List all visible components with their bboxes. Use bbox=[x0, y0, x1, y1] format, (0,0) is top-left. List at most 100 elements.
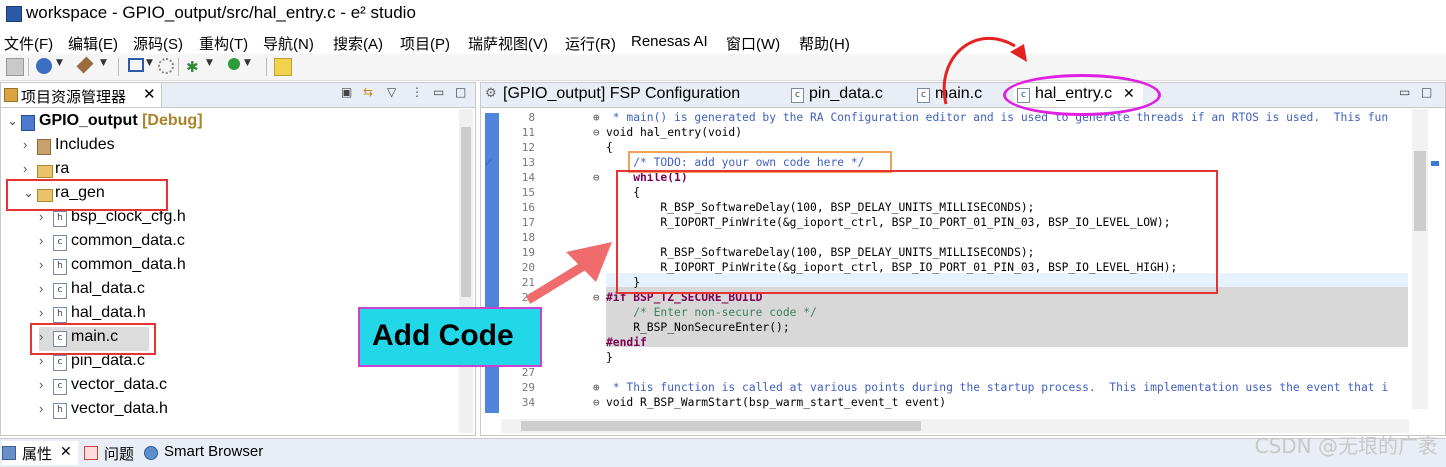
fold-collapse-icon[interactable]: ⊖ bbox=[593, 126, 600, 139]
code-line[interactable]: void hal_entry(void) bbox=[606, 126, 742, 139]
line-number: 20 bbox=[521, 261, 535, 274]
close-icon[interactable]: ✕ bbox=[143, 85, 156, 103]
pen-icon[interactable] bbox=[274, 58, 292, 76]
tree-item-label: hal_data.c bbox=[71, 280, 145, 297]
chevron-right-icon[interactable]: › bbox=[39, 377, 51, 392]
editor-tab-bar: ⚙ [GPIO_output] FSP Configuration c pin_… bbox=[481, 83, 1445, 108]
chevron-right-icon[interactable]: › bbox=[39, 401, 51, 416]
close-icon[interactable]: ✕ bbox=[60, 443, 72, 460]
maximize-icon[interactable]: □ bbox=[1421, 85, 1432, 99]
code-line[interactable]: * main() is generated by the RA Configur… bbox=[606, 111, 1388, 124]
line-number: 29 bbox=[521, 381, 535, 394]
menu-window[interactable]: 窗口(W) bbox=[726, 33, 780, 54]
tree-item-label: GPIO_output bbox=[39, 112, 138, 129]
code-line[interactable]: * This function is called at various poi… bbox=[606, 381, 1388, 394]
tab-pin-data-c[interactable]: c pin_data.c bbox=[787, 83, 907, 107]
chevron-right-icon[interactable]: › bbox=[23, 137, 35, 152]
menu-help[interactable]: 帮助(H) bbox=[799, 33, 850, 54]
scrollbar-thumb[interactable] bbox=[461, 127, 471, 297]
scrollbar-thumb[interactable] bbox=[521, 421, 921, 431]
link-editor-icon[interactable]: ⇆ bbox=[363, 85, 373, 99]
tree-item-label: ra bbox=[55, 160, 70, 177]
chevron-down-icon[interactable]: ▼ bbox=[56, 58, 64, 74]
filter-icon[interactable]: ▽ bbox=[387, 85, 396, 99]
tab-label: 项目资源管理器 bbox=[21, 89, 127, 106]
code-line[interactable]: R_BSP_NonSecureEnter(); bbox=[606, 321, 789, 334]
maximize-icon[interactable]: □ bbox=[455, 85, 466, 99]
chevron-right-icon[interactable]: › bbox=[23, 161, 35, 176]
line-number: 16 bbox=[521, 201, 535, 214]
fold-collapse-icon[interactable]: ⊖ bbox=[593, 396, 600, 409]
chevron-down-icon[interactable]: ⌄ bbox=[7, 113, 19, 129]
fold-collapse-icon[interactable]: ⊖ bbox=[593, 291, 600, 304]
monitor-icon[interactable] bbox=[128, 58, 144, 72]
menu-edit[interactable]: 编辑(E) bbox=[68, 33, 118, 54]
h-file-icon: h bbox=[53, 259, 67, 275]
menu-run[interactable]: 运行(R) bbox=[565, 33, 616, 54]
menu-file[interactable]: 文件(F) bbox=[4, 33, 53, 54]
toolbar-separator bbox=[118, 58, 119, 76]
save-icon[interactable] bbox=[6, 58, 24, 76]
menu-renesas-views[interactable]: 瑞萨视图(V) bbox=[468, 33, 548, 54]
menu-navigate[interactable]: 导航(N) bbox=[263, 33, 314, 54]
tab-main-c[interactable]: c main.c bbox=[913, 83, 1003, 107]
tab-problems[interactable]: 问题 bbox=[84, 441, 140, 465]
chevron-down-icon[interactable]: ▼ bbox=[146, 58, 154, 74]
menu-source[interactable]: 源码(S) bbox=[133, 33, 183, 54]
tab-label: [GPIO_output] FSP Configuration bbox=[503, 85, 741, 102]
task-marker-icon[interactable]: ✔ bbox=[484, 156, 493, 169]
highlight-box-code bbox=[616, 170, 1218, 294]
menu-renesas-ai[interactable]: Renesas AI bbox=[631, 33, 708, 50]
problems-icon bbox=[84, 446, 98, 460]
project-explorer-icon bbox=[4, 88, 18, 102]
fold-collapse-icon[interactable]: ⊖ bbox=[593, 171, 600, 184]
chevron-right-icon[interactable]: › bbox=[39, 305, 51, 320]
minimize-icon[interactable]: ▭ bbox=[433, 85, 444, 99]
chevron-down-icon[interactable]: ▼ bbox=[206, 58, 214, 74]
run-icon[interactable] bbox=[228, 58, 240, 70]
overview-marker[interactable] bbox=[1431, 161, 1439, 166]
code-line[interactable]: /* Enter non-secure code */ bbox=[606, 306, 817, 319]
collapse-all-icon[interactable]: ▣ bbox=[341, 85, 352, 99]
tab-properties[interactable]: 属性 ✕ bbox=[2, 441, 78, 465]
line-number: 12 bbox=[521, 141, 535, 154]
code-line[interactable]: } bbox=[606, 351, 613, 364]
menu-project[interactable]: 项目(P) bbox=[400, 33, 450, 54]
chevron-right-icon[interactable]: › bbox=[39, 209, 51, 224]
menu-search[interactable]: 搜索(A) bbox=[333, 33, 383, 54]
hammer-icon[interactable] bbox=[76, 56, 94, 74]
view-menu-icon[interactable]: ⋮ bbox=[411, 85, 423, 99]
minimize-icon[interactable]: ▭ bbox=[1399, 85, 1410, 99]
chevron-right-icon[interactable]: › bbox=[39, 233, 51, 248]
chevron-right-icon[interactable]: › bbox=[39, 353, 51, 368]
project-explorer-panel: 项目资源管理器 ✕ ▣ ⇆ ▽ ⋮ ▭ □ ⌄ GPIO_output [Deb… bbox=[0, 82, 476, 436]
tab-label: 问题 bbox=[104, 446, 135, 463]
tree-item-label: hal_data.h bbox=[71, 304, 146, 321]
chevron-down-icon[interactable]: ▼ bbox=[100, 58, 108, 74]
tree-item-label: vector_data.c bbox=[71, 376, 168, 393]
c-file-icon: c bbox=[791, 88, 804, 103]
scrollbar-thumb[interactable] bbox=[1414, 151, 1426, 231]
line-number: 17 bbox=[521, 216, 535, 229]
tab-fsp-configuration[interactable]: ⚙ [GPIO_output] FSP Configuration bbox=[481, 83, 781, 107]
chevron-down-icon[interactable]: ▼ bbox=[244, 58, 252, 74]
h-file-icon: h bbox=[53, 307, 67, 323]
gear-icon[interactable] bbox=[158, 58, 174, 74]
fold-expand-icon[interactable]: ⊕ bbox=[593, 111, 600, 124]
debug-bug-icon[interactable]: ✱ bbox=[186, 58, 202, 76]
tab-project-explorer[interactable]: 项目资源管理器 ✕ bbox=[1, 83, 162, 107]
code-line[interactable]: { bbox=[606, 141, 613, 154]
properties-icon bbox=[2, 446, 16, 460]
watermark: CSDN @无垠的广袤 bbox=[1254, 434, 1438, 458]
build-config-icon[interactable] bbox=[36, 58, 52, 74]
code-line[interactable]: #endif bbox=[606, 336, 647, 349]
globe-icon bbox=[144, 446, 158, 460]
fold-expand-icon[interactable]: ⊕ bbox=[593, 381, 600, 394]
menu-refactor[interactable]: 重构(T) bbox=[199, 33, 248, 54]
chevron-right-icon[interactable]: › bbox=[39, 257, 51, 272]
tab-smart-browser[interactable]: Smart Browser bbox=[144, 441, 284, 465]
build-config-label: [Debug] bbox=[137, 112, 203, 129]
callout-label: Add Code bbox=[372, 319, 514, 352]
chevron-right-icon[interactable]: › bbox=[39, 281, 51, 296]
code-line[interactable]: void R_BSP_WarmStart(bsp_warm_start_even… bbox=[606, 396, 946, 409]
